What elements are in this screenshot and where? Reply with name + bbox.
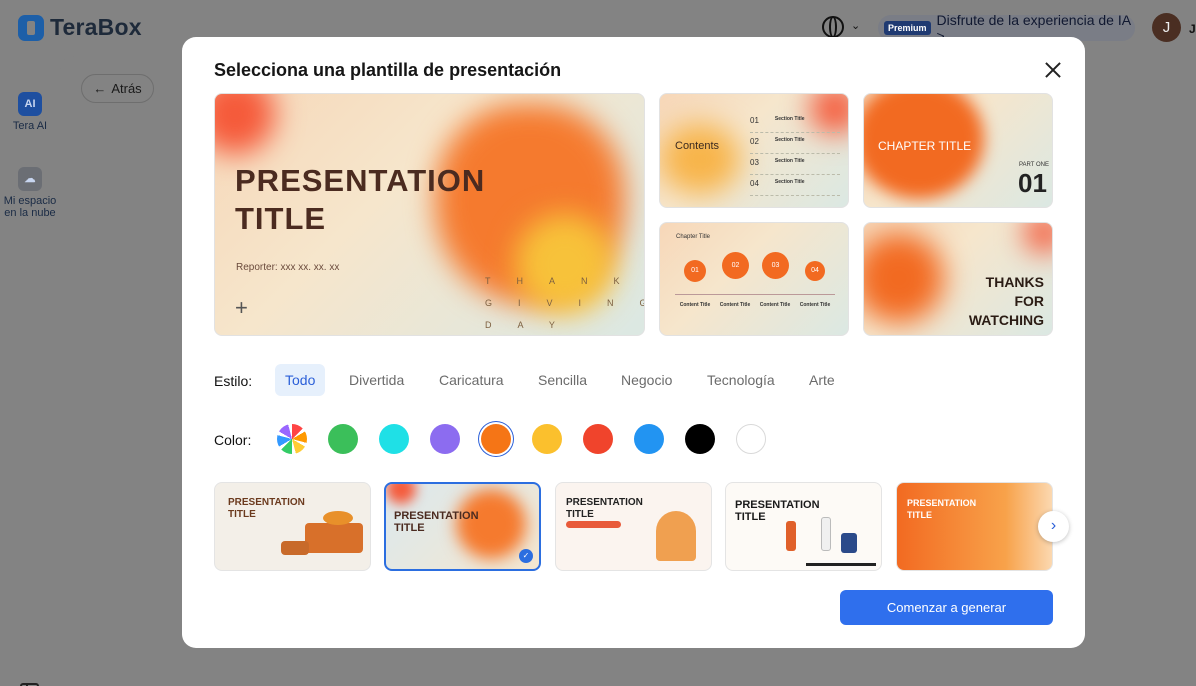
list-item: 03 Section Title bbox=[750, 154, 840, 175]
preview-thanks-grid: THANKS GIVING DAY bbox=[485, 276, 645, 330]
person-illustration bbox=[786, 521, 796, 551]
preview-contents-slide: Contents 01 Section Title 02 Section Title… bbox=[659, 93, 849, 208]
color-swatch-red[interactable] bbox=[583, 424, 613, 454]
preview-thanks-slide: THANKS FOR WATCHING bbox=[863, 222, 1053, 336]
globe-icon[interactable] bbox=[822, 16, 844, 38]
color-swatch-purple[interactable] bbox=[430, 424, 460, 454]
preview-timeline-slide: Chapter Title 01 02 03 04 Content Title … bbox=[659, 222, 849, 336]
style-label: Estilo: bbox=[214, 373, 253, 389]
contents-title: Contents bbox=[675, 140, 720, 152]
preview-reporter: Reporter: xxx xx. xx. xx bbox=[236, 262, 340, 273]
tab-caricatura[interactable]: Caricatura bbox=[429, 364, 514, 396]
template-title: PRESENTATION TITLE bbox=[907, 498, 977, 520]
color-label: Color: bbox=[214, 432, 252, 448]
person-illustration bbox=[821, 517, 831, 551]
timeline-label: Content Title bbox=[719, 302, 751, 308]
color-swatch-all[interactable] bbox=[277, 424, 307, 454]
chapter-title: CHAPTER TITLE bbox=[878, 139, 972, 153]
person-illustration bbox=[656, 511, 696, 561]
preview-main-slide: PRESENTATION TITLE Reporter: xxx xx. xx.… bbox=[214, 93, 645, 336]
chevron-right-icon[interactable]: › bbox=[1038, 511, 1069, 542]
preview-title: PRESENTATION TITLE bbox=[235, 163, 486, 236]
thanks-text: THANKS FOR WATCHING bbox=[968, 274, 1044, 328]
terabox-logo-icon bbox=[18, 14, 44, 41]
timeline-circle: 02 bbox=[722, 252, 749, 279]
truck-illustration bbox=[305, 523, 363, 553]
back-button[interactable]: ← Atrás bbox=[81, 74, 154, 103]
check-icon: ✓ bbox=[519, 549, 533, 563]
tab-negocio[interactable]: Negocio bbox=[611, 364, 682, 396]
sidebar-item-cloud[interactable]: ☁ Mi espacio en la nube bbox=[0, 167, 60, 219]
arrow-left-icon: ← bbox=[93, 81, 107, 96]
user-initial: J bbox=[1189, 22, 1196, 36]
tab-sencilla[interactable]: Sencilla bbox=[528, 364, 597, 396]
chapter-number: 01 bbox=[1018, 168, 1047, 198]
pumpkin-illustration bbox=[323, 511, 353, 525]
template-card-1[interactable]: PRESENTATION TITLE bbox=[214, 482, 371, 571]
list-item: 02 Section Title bbox=[750, 133, 840, 154]
timeline-circle: 03 bbox=[762, 252, 789, 279]
color-swatch-white[interactable] bbox=[736, 424, 766, 454]
color-swatch-blue[interactable] bbox=[634, 424, 664, 454]
avatar[interactable]: J bbox=[1152, 13, 1181, 42]
color-swatch-yellow[interactable] bbox=[532, 424, 562, 454]
color-swatch-green[interactable] bbox=[328, 424, 358, 454]
premium-badge: Premium bbox=[884, 21, 931, 35]
timeline-label: Content Title bbox=[799, 302, 831, 308]
plus-icon: + bbox=[235, 295, 248, 320]
list-item: 01 Section Title bbox=[750, 112, 840, 133]
template-card-2[interactable]: PRESENTATION TITLE ✓ bbox=[384, 482, 541, 571]
tab-arte[interactable]: Arte bbox=[799, 364, 845, 396]
timeline-title: Chapter Title bbox=[676, 234, 711, 240]
preview-chapter-slide: CHAPTER TITLE PART ONE 01 bbox=[863, 93, 1053, 208]
sidebar-item-tera-ai[interactable]: AI Tera AI bbox=[0, 92, 60, 132]
template-title: PRESENTATION TITLE bbox=[735, 499, 820, 523]
tab-tecnologia[interactable]: Tecnología bbox=[697, 364, 785, 396]
generate-button[interactable]: Comenzar a generar bbox=[840, 590, 1053, 625]
ai-icon: AI bbox=[18, 92, 42, 116]
tab-todo[interactable]: Todo bbox=[275, 364, 326, 396]
sidebar-item-label: Tera AI bbox=[12, 120, 48, 132]
cloud-icon: ☁ bbox=[18, 167, 42, 191]
template-card-5[interactable]: PRESENTATION TITLE bbox=[896, 482, 1053, 571]
timeline-circle: 01 bbox=[684, 260, 706, 282]
template-card-3[interactable]: PRESENTATION TITLE bbox=[555, 482, 712, 571]
tab-divertida[interactable]: Divertida bbox=[339, 364, 414, 396]
modal-title: Selecciona una plantilla de presentación bbox=[214, 60, 562, 80]
color-swatch-black[interactable] bbox=[685, 424, 715, 454]
close-icon[interactable] bbox=[1044, 61, 1062, 79]
template-title: PRESENTATION TITLE bbox=[566, 497, 643, 520]
back-label: Atrás bbox=[111, 81, 142, 96]
table-illustration bbox=[806, 563, 876, 566]
timeline-line bbox=[675, 294, 835, 295]
color-swatch-orange[interactable] bbox=[481, 424, 511, 454]
terabox-logo[interactable]: TeraBox bbox=[18, 14, 142, 41]
person-illustration bbox=[841, 533, 857, 553]
timeline-label: Content Title bbox=[679, 302, 711, 308]
template-card-4[interactable]: PRESENTATION TITLE bbox=[725, 482, 882, 571]
template-title: PRESENTATION TITLE bbox=[394, 510, 479, 534]
sidebar: AI Tera AI ☁ Mi espacio en la nube bbox=[0, 56, 60, 686]
contents-list: 01 Section Title 02 Section Title 03 Sectio… bbox=[750, 112, 840, 196]
truck-illustration bbox=[281, 541, 309, 555]
list-item: 04 Section Title bbox=[750, 175, 840, 196]
sidebar-item-label: Mi espacio en la nube bbox=[3, 195, 57, 219]
title-bar bbox=[566, 521, 621, 528]
template-modal: Selecciona una plantilla de presentación… bbox=[182, 37, 1085, 648]
template-title: PRESENTATION TITLE bbox=[228, 497, 305, 520]
timeline-circle: 04 bbox=[805, 261, 825, 281]
chevron-down-icon[interactable]: ⌄ bbox=[851, 19, 860, 32]
timeline-label: Content Title bbox=[759, 302, 791, 308]
color-swatch-cyan[interactable] bbox=[379, 424, 409, 454]
logo-text: TeraBox bbox=[50, 14, 142, 40]
